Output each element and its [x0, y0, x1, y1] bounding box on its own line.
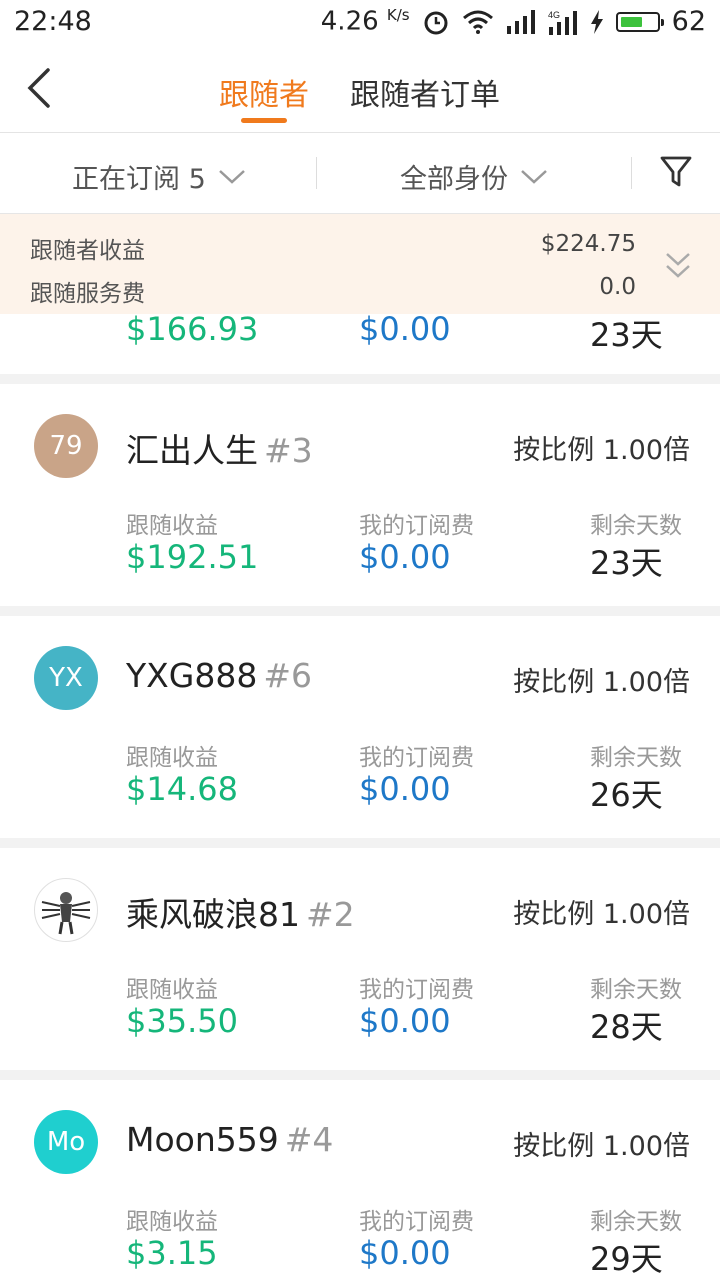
- sub-fee-label: 我的订阅费: [359, 513, 474, 539]
- tab-follower-orders[interactable]: 跟随者订单: [350, 70, 500, 114]
- follower-name: Moon559 #4: [126, 1120, 333, 1159]
- follower-rank: #4: [284, 1120, 334, 1159]
- tab-followers[interactable]: 跟随者: [219, 70, 309, 114]
- follower-card[interactable]: 79 汇出人生 #3 按比例 1.00倍 跟随收益 我的订阅费 剩余天数 $192…: [0, 384, 720, 606]
- avatar-illustration: [41, 892, 91, 935]
- avatar: YX: [34, 646, 98, 710]
- status-bar: 22:48 4.26 K/s 4G 62: [0, 0, 720, 46]
- sub-fee-value: $0.00: [359, 1234, 451, 1272]
- nav-bar: 跟随者 跟随者订单: [0, 46, 720, 133]
- battery-fill: [620, 16, 642, 27]
- follow-profit-value: $35.50: [126, 1002, 238, 1040]
- days-left-value: 23天: [590, 316, 663, 354]
- sub-fee-value: $0.00: [359, 538, 451, 576]
- copy-ratio: 按比例 1.00倍: [513, 1131, 690, 1162]
- follow-profit-label: 跟随收益: [126, 1209, 218, 1235]
- follower-rank: #6: [263, 656, 312, 695]
- avatar: [34, 878, 98, 942]
- net-speed-unit: K/s: [386, 6, 410, 25]
- days-left-label: 剩余天数: [590, 1209, 682, 1235]
- days-left-value: 29天: [590, 1240, 663, 1278]
- follower-name: YXG888 #6: [126, 656, 312, 695]
- signal-icon: [506, 9, 535, 34]
- funnel-icon[interactable]: [658, 153, 694, 189]
- battery-level: 62: [671, 6, 706, 37]
- days-left-label: 剩余天数: [590, 977, 682, 1003]
- follow-profit-value: $166.93: [126, 314, 259, 348]
- follow-profit-value: $192.51: [126, 538, 259, 576]
- sub-fee-label: 我的订阅费: [359, 977, 474, 1003]
- days-left-value: 28天: [590, 1008, 663, 1046]
- follower-card-partial[interactable]: $166.93 $0.00 23天: [0, 314, 720, 374]
- double-chevron-down-icon[interactable]: [664, 250, 692, 282]
- follower-name-text: Moon559: [126, 1120, 279, 1159]
- status-time: 22:48: [14, 6, 92, 37]
- active-tab-indicator: [241, 118, 287, 123]
- follower-name: 乘风破浪81 #2: [126, 888, 355, 936]
- follower-card[interactable]: YX YXG888 #6 按比例 1.00倍 跟随收益 我的订阅费 剩余天数 $1…: [0, 616, 720, 838]
- chevron-down-icon: [521, 169, 547, 184]
- chevron-down-icon: [218, 169, 245, 184]
- earnings-summary: 跟随者收益 $224.75 跟随服务费 0.0: [0, 214, 720, 314]
- charging-icon: [590, 9, 603, 34]
- days-left-label: 剩余天数: [590, 513, 682, 539]
- status-icons: 4.26 K/s 4G 62: [321, 6, 706, 37]
- summary-label-follower-profit: 跟随者收益: [30, 238, 145, 264]
- sub-fee-value: $0.00: [359, 314, 451, 348]
- follower-card[interactable]: 乘风破浪81 #2 按比例 1.00倍 跟随收益 我的订阅费 剩余天数 $35.5…: [0, 848, 720, 1070]
- filter-divider: [316, 157, 317, 189]
- copy-ratio: 按比例 1.00倍: [513, 435, 690, 466]
- follower-name-text: YXG888: [126, 656, 258, 695]
- net-speed: 4.26 K/s: [321, 6, 410, 37]
- back-arrow-icon[interactable]: [22, 66, 62, 110]
- battery-icon: [615, 11, 664, 32]
- days-left-value: 26天: [590, 776, 663, 814]
- days-left-value: 23天: [590, 544, 663, 582]
- sub-fee-value: $0.00: [359, 770, 451, 808]
- follower-card[interactable]: Mo Moon559 #4 按比例 1.00倍 跟随收益 我的订阅费 剩余天数 $…: [0, 1080, 720, 1280]
- alarm-icon: [424, 11, 448, 34]
- days-left-label: 剩余天数: [590, 745, 682, 771]
- wifi-icon: [462, 10, 493, 34]
- follow-profit-label: 跟随收益: [126, 513, 218, 539]
- sub-fee-label: 我的订阅费: [359, 745, 474, 771]
- avatar: Mo: [34, 1110, 98, 1174]
- subscription-filter-label: 正在订阅 5: [72, 164, 206, 195]
- filter-bar: 正在订阅 5 全部身份: [0, 133, 720, 214]
- follower-name-text: 乘风破浪81: [126, 895, 300, 934]
- follow-profit-value: $14.68: [126, 770, 238, 808]
- follower-rank: #2: [306, 895, 355, 934]
- copy-ratio: 按比例 1.00倍: [513, 899, 690, 930]
- copy-ratio: 按比例 1.00倍: [513, 667, 690, 698]
- subscription-filter[interactable]: 正在订阅 5: [72, 157, 246, 196]
- follower-name: 汇出人生 #3: [126, 424, 313, 472]
- signal-4g-icon: 4G: [548, 10, 577, 35]
- sub-fee-label: 我的订阅费: [359, 1209, 474, 1235]
- avatar-text: Mo: [46, 1127, 86, 1157]
- identity-filter[interactable]: 全部身份: [400, 157, 548, 196]
- filter-divider: [631, 157, 632, 189]
- summary-label-service-fee: 跟随服务费: [30, 281, 145, 307]
- follow-profit-label: 跟随收益: [126, 977, 218, 1003]
- follower-name-text: 汇出人生: [126, 431, 258, 470]
- follower-rank: #3: [264, 431, 313, 470]
- svg-text:4G: 4G: [548, 10, 560, 20]
- avatar: 79: [34, 414, 98, 478]
- summary-value-service-fee: 0.0: [599, 274, 636, 300]
- follow-profit-label: 跟随收益: [126, 745, 218, 771]
- identity-filter-label: 全部身份: [400, 164, 508, 195]
- summary-value-follower-profit: $224.75: [540, 231, 636, 257]
- avatar-text: YX: [49, 663, 83, 693]
- net-speed-value: 4.26: [320, 6, 379, 37]
- avatar-text: 79: [49, 431, 83, 461]
- sub-fee-value: $0.00: [359, 1002, 451, 1040]
- follow-profit-value: $3.15: [126, 1234, 218, 1272]
